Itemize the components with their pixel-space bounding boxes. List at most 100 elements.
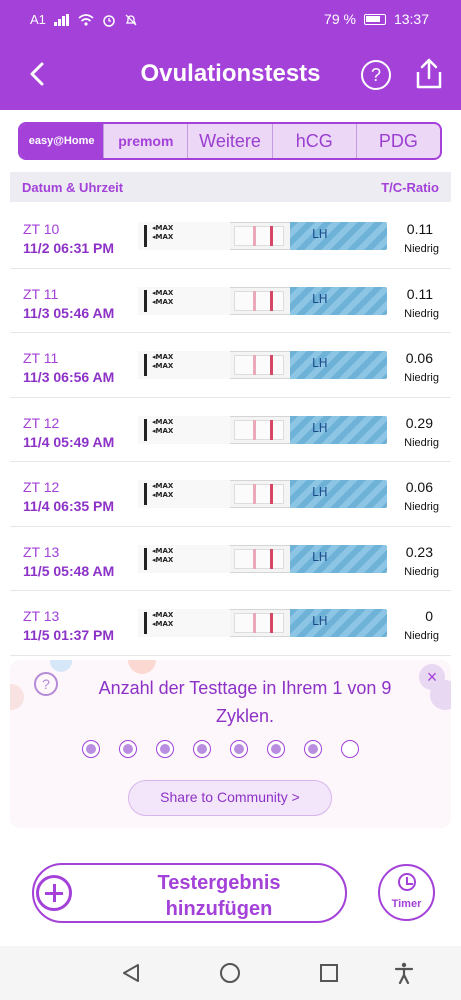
tab-pdg[interactable]: PDG (357, 124, 440, 158)
test-datetime: 11/5 01:37 PM (23, 627, 115, 643)
share-icon[interactable] (415, 58, 443, 90)
strip-window (234, 290, 284, 311)
tc-ratio-level: Niedrig (404, 243, 439, 255)
wifi-icon (78, 13, 94, 26)
back-nav-icon[interactable] (120, 962, 142, 984)
help-button[interactable]: ? (361, 60, 391, 90)
max-marker (144, 483, 147, 505)
tc-ratio-value: 0.06 (405, 350, 433, 366)
strip-window (234, 484, 284, 504)
brand-tabs: easy@Home premom Weitere hCG PDG (18, 122, 442, 160)
control-line (270, 355, 273, 375)
test-strip-image: ◂MAX ◂MAX LH (138, 415, 387, 444)
test-strip-image: ◂MAX ◂MAX LH (138, 544, 387, 573)
test-days-message: Anzahl der Testtage in Ihrem 1 von 9 Zyk… (98, 678, 392, 726)
control-line (270, 290, 273, 311)
tab-weitere[interactable]: Weitere (188, 124, 273, 158)
tc-ratio-value: 0.23 (405, 543, 433, 560)
max-marker (144, 547, 147, 570)
table-header: Datum & Uhrzeit T/C-Ratio (10, 172, 451, 202)
add-test-result-button[interactable]: Testergebnis hinzufügen (32, 863, 347, 923)
cycle-day: ZT 13 (23, 608, 60, 624)
tab-premom[interactable]: premom (104, 124, 189, 158)
clock-icon (398, 873, 416, 891)
test-line (253, 226, 256, 246)
column-date: Datum & Uhrzeit (22, 179, 124, 195)
test-datetime: 11/5 05:48 AM (23, 562, 115, 579)
tc-ratio-level: Niedrig (404, 372, 439, 384)
plus-icon (36, 875, 72, 911)
max-label: ◂MAX ◂MAX (152, 224, 174, 241)
timer-label: Timer (391, 898, 422, 910)
test-datetime: 11/3 06:56 AM (23, 369, 115, 385)
app-header: A1 79 % 13:37 Ovulationstests ? (0, 0, 461, 110)
column-ratio: T/C-Ratio (381, 179, 439, 195)
strip-brand-area: LH (290, 286, 387, 315)
test-line (253, 548, 256, 569)
mute-icon (125, 14, 137, 25)
strip-brand-area: LH (290, 351, 387, 379)
test-datetime: 11/4 06:35 PM (23, 498, 115, 514)
battery-percent: 79 % (324, 11, 356, 27)
help-icon[interactable]: ? (34, 672, 58, 696)
test-strip-image: ◂MAX ◂MAX LH (138, 351, 387, 379)
status-bar: A1 79 % 13:37 (0, 0, 461, 38)
max-label: ◂MAX ◂MAX (152, 288, 174, 306)
signal-icon (53, 13, 69, 26)
test-day-dot (267, 740, 285, 758)
tab-hcg[interactable]: hCG (273, 124, 357, 158)
test-day-dot (193, 740, 211, 758)
test-days-indicator (82, 740, 359, 758)
test-strip-image: ◂MAX ◂MAX LH (138, 222, 387, 250)
max-label: ◂MAX ◂MAX (152, 482, 174, 499)
max-marker (144, 418, 147, 441)
share-to-community-button[interactable]: Share to Community > (128, 780, 332, 816)
timer-button[interactable]: Timer (378, 864, 435, 921)
max-label: ◂MAX ◂MAX (152, 546, 174, 564)
strip-window (234, 548, 284, 569)
tc-ratio-value: 0.11 (406, 221, 433, 237)
decor-dot (10, 684, 24, 710)
alarm-icon (103, 14, 115, 27)
test-days-card: ? × Anzahl der Testtage in Ihrem 1 von 9… (10, 660, 451, 828)
strip-brand-area: LH (290, 609, 387, 637)
carrier-label: A1 (30, 12, 46, 27)
tc-ratio-level: Niedrig (404, 501, 439, 513)
strip-window (234, 355, 284, 375)
table-row[interactable]: ZT 12 11/4 06:35 PM ◂MAX ◂MAX LH 0.06 Niedrig (10, 462, 451, 527)
close-icon[interactable]: × (419, 664, 445, 690)
table-row[interactable]: ZT 13 11/5 01:37 PM ◂MAX ◂MAX LH 0 Niedrig (10, 591, 451, 656)
recents-nav-icon[interactable] (318, 962, 340, 984)
table-row[interactable]: ZT 12 11/4 05:49 AM ◂MAX ◂MAX LH 0.29 Niedrig (10, 398, 451, 462)
clock: 13:37 (393, 11, 429, 27)
cycle-day: ZT 10 (23, 221, 60, 237)
max-marker (144, 354, 147, 376)
tab-premom-label: premom (118, 133, 174, 149)
test-line (253, 290, 256, 311)
table-row[interactable]: ZT 11 11/3 05:46 AM ◂MAX ◂MAX LH 0.11 Niedrig (10, 269, 451, 333)
system-nav-bar (0, 946, 461, 1000)
table-row[interactable]: ZT 11 11/3 06:56 AM ◂MAX ◂MAX LH 0.06 Niedrig (10, 333, 451, 398)
max-label: ◂MAX ◂MAX (152, 611, 174, 628)
strip-window (234, 226, 284, 246)
test-datetime: 11/3 05:46 AM (23, 304, 115, 321)
test-datetime: 11/2 06:31 PM (23, 240, 115, 256)
table-row[interactable]: ZT 10 11/2 06:31 PM ◂MAX ◂MAX LH 0.11 Niedrig (10, 204, 451, 269)
tab-easy-at-home[interactable]: easy@Home (20, 124, 105, 158)
test-line (253, 484, 256, 504)
cycle-day: ZT 11 (23, 350, 59, 366)
strip-window (234, 419, 284, 440)
tc-ratio-value: 0.11 (406, 285, 433, 302)
home-nav-icon[interactable] (219, 962, 241, 984)
strip-brand-area: LH (290, 222, 387, 250)
decor-dot (50, 660, 72, 672)
accessibility-icon[interactable] (393, 962, 415, 984)
test-line (253, 355, 256, 375)
tc-ratio-level: Niedrig (404, 565, 439, 578)
max-label: ◂MAX ◂MAX (152, 417, 174, 435)
tc-ratio-level: Niedrig (404, 307, 439, 320)
decor-dot (128, 660, 156, 674)
test-line (253, 613, 256, 633)
tc-ratio-value: 0 (425, 608, 433, 624)
table-row[interactable]: ZT 13 11/5 05:48 AM ◂MAX ◂MAX LH 0.23 Niedrig (10, 527, 451, 591)
